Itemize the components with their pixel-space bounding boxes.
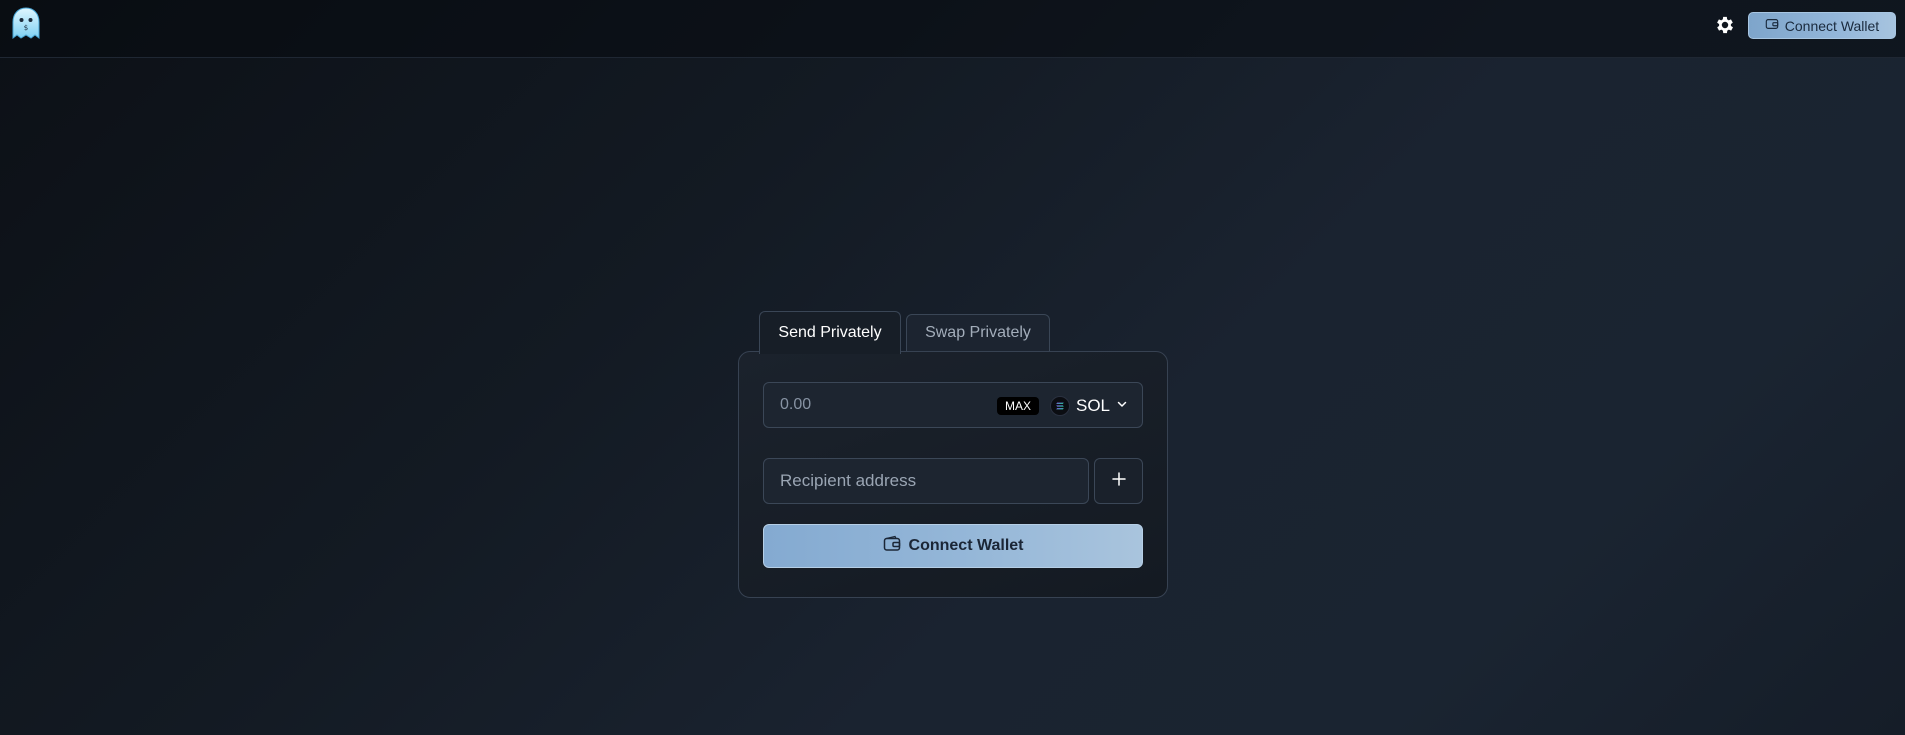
recipient-address-input[interactable] xyxy=(763,458,1089,504)
wallet-icon xyxy=(1765,17,1779,34)
send-card: MAX SOL xyxy=(738,351,1168,598)
tab-send-privately[interactable]: Send Privately xyxy=(759,311,901,354)
tab-swap-privately-label: Swap Privately xyxy=(925,324,1031,341)
add-recipient-button[interactable] xyxy=(1094,458,1143,504)
connect-wallet-button[interactable]: Connect Wallet xyxy=(763,524,1143,568)
max-button[interactable]: MAX xyxy=(997,397,1039,415)
plus-icon xyxy=(1111,471,1126,491)
token-symbol: SOL xyxy=(1076,396,1111,415)
gear-icon[interactable] xyxy=(1714,14,1736,36)
chevron-down-icon xyxy=(1116,397,1128,415)
wallet-icon xyxy=(883,535,901,558)
header-connect-wallet-label: Connect Wallet xyxy=(1784,17,1880,34)
amount-field: MAX SOL xyxy=(763,382,1143,428)
amount-input[interactable] xyxy=(764,383,984,427)
tab-send-privately-label: Send Privately xyxy=(778,324,882,341)
connect-wallet-label: Connect Wallet xyxy=(908,537,1024,554)
svg-text:$: $ xyxy=(24,24,28,32)
ghost-logo-icon[interactable]: $ xyxy=(10,6,42,40)
header-connect-wallet-button[interactable]: Connect Wallet xyxy=(1748,12,1896,39)
solana-icon xyxy=(1050,396,1070,416)
token-select[interactable]: SOL xyxy=(1050,392,1134,420)
tab-swap-privately[interactable]: Swap Privately xyxy=(906,314,1050,352)
top-bar: $ Connect Wallet xyxy=(0,0,1905,58)
